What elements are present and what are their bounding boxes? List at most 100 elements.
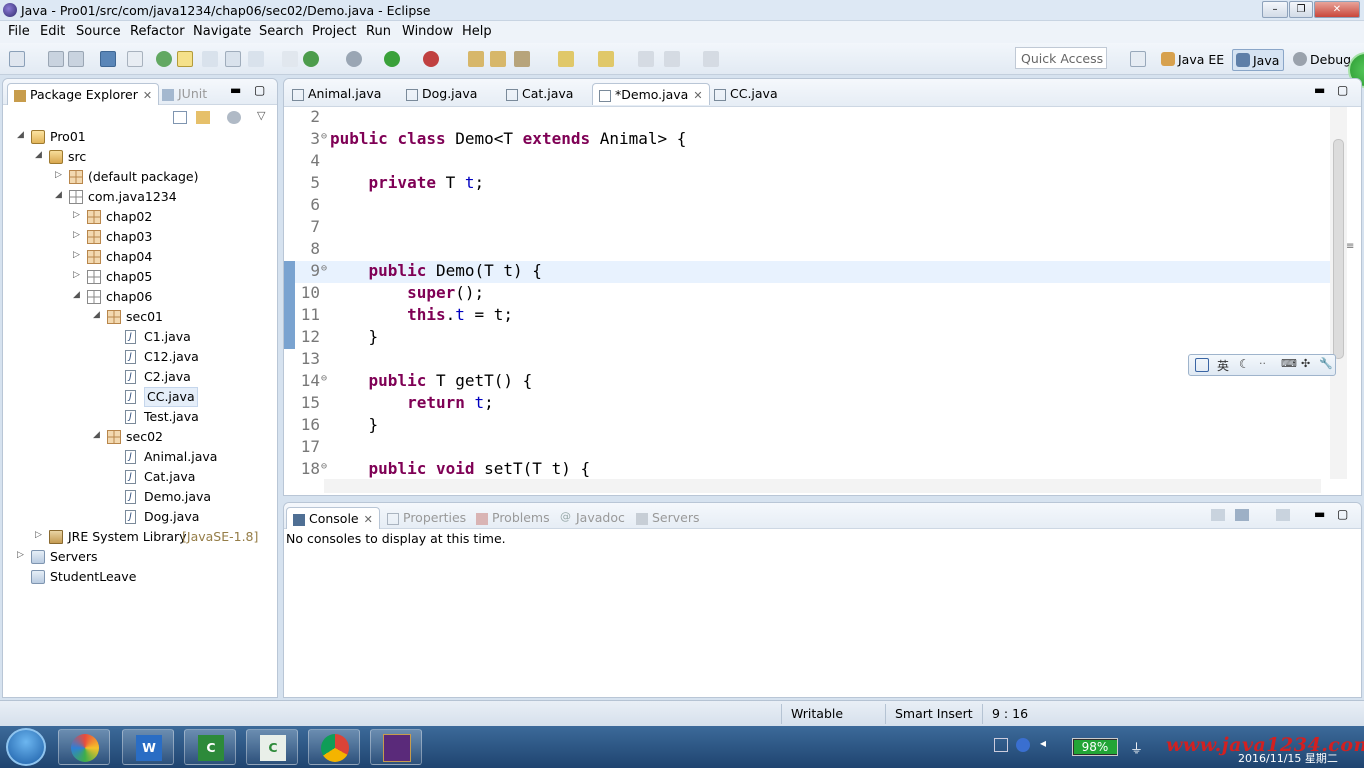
minimize-console-icon[interactable]: ▬ <box>1314 507 1325 521</box>
tree-item[interactable]: ▷ chap02 <box>3 207 273 227</box>
collapse-arrow-icon[interactable]: ◢ <box>93 430 103 440</box>
menu-file[interactable]: File <box>8 24 30 39</box>
new-java-project-icon[interactable] <box>468 51 484 67</box>
tree-item[interactable]: ▷ Servers <box>3 547 273 567</box>
expand-arrow-icon[interactable]: ▷ <box>73 210 83 220</box>
menu-navigate[interactable]: Navigate <box>193 24 251 39</box>
ime-logo-icon[interactable] <box>1195 358 1209 372</box>
skip-breakpoints-icon[interactable] <box>127 51 143 67</box>
code-line[interactable]: 9 ⊖ public Demo(T t) { <box>284 261 1332 283</box>
save-icon[interactable] <box>48 51 64 67</box>
tree-item[interactable]: ◢ sec02 <box>3 427 273 447</box>
code-line[interactable]: 15 return t; <box>284 393 1332 415</box>
editor-tab-dog[interactable]: Dog.java <box>400 83 483 105</box>
close-tab-icon[interactable]: ✕ <box>693 89 702 102</box>
tab-servers[interactable]: Servers <box>630 507 706 529</box>
next-annotation-icon[interactable] <box>558 51 574 67</box>
show-whitespace-icon[interactable] <box>248 51 264 67</box>
code-line[interactable]: 17 <box>284 437 1332 459</box>
code-line[interactable]: 6 <box>284 195 1332 217</box>
menu-run[interactable]: Run <box>366 24 391 39</box>
last-edit-icon[interactable] <box>638 51 654 67</box>
code-line[interactable]: 16 } <box>284 415 1332 437</box>
pin-console-icon[interactable] <box>1211 509 1225 521</box>
fold-toggle-icon[interactable]: ⊖ <box>321 131 327 142</box>
collapse-arrow-icon[interactable]: ◢ <box>93 310 103 320</box>
open-perspective-icon[interactable] <box>1130 51 1146 67</box>
menu-edit[interactable]: Edit <box>40 24 65 39</box>
menu-source[interactable]: Source <box>76 24 121 39</box>
debug-icon[interactable] <box>346 51 362 67</box>
tab-javadoc[interactable]: @ Javadoc <box>554 507 631 529</box>
tree-item[interactable]: J CC.java <box>3 387 273 407</box>
menu-refactor[interactable]: Refactor <box>130 24 185 39</box>
maximize-button[interactable]: ❐ <box>1289 1 1313 18</box>
skin-icon[interactable]: ✣ <box>1301 357 1310 370</box>
collapse-arrow-icon[interactable]: ◢ <box>35 150 45 160</box>
start-button[interactable] <box>6 728 46 766</box>
collapse-arrow-icon[interactable]: ◢ <box>17 130 27 140</box>
tree-item[interactable]: J C1.java <box>3 327 273 347</box>
tree-item[interactable]: J C12.java <box>3 347 273 367</box>
fold-toggle-icon[interactable]: ⊖ <box>321 263 327 274</box>
close-tab-icon[interactable]: ✕ <box>364 513 373 526</box>
open-console-icon[interactable] <box>1276 509 1290 521</box>
maximize-console-icon[interactable]: ▢ <box>1337 507 1348 521</box>
new-icon[interactable] <box>9 51 25 67</box>
tray-expand-icon[interactable]: ◂ <box>1040 736 1046 750</box>
taskbar-app-chrome[interactable] <box>308 729 360 765</box>
taskbar-app-camtasia-2[interactable]: C <box>246 729 298 765</box>
tree-item[interactable]: StudentLeave <box>3 567 273 587</box>
tab-junit[interactable]: JUnit <box>156 83 213 105</box>
code-line[interactable]: 13 <box>284 349 1332 371</box>
external-tools-icon[interactable] <box>423 51 439 67</box>
expand-arrow-icon[interactable]: ▷ <box>35 530 45 540</box>
menu-help[interactable]: Help <box>462 24 492 39</box>
perspective-java-ee[interactable]: Java EE <box>1158 49 1228 71</box>
menu-search[interactable]: Search <box>259 24 304 39</box>
taskbar-date[interactable]: 2016/11/15 星期二 <box>1238 750 1338 766</box>
code-line[interactable]: 18 ⊖ public void setT(T t) { <box>284 459 1332 479</box>
code-line[interactable]: 7 <box>284 217 1332 239</box>
expand-arrow-icon[interactable]: ▷ <box>55 170 65 180</box>
tree-item[interactable]: ▷ (default package) <box>3 167 273 187</box>
fold-toggle-icon[interactable]: ⊖ <box>321 461 327 472</box>
ime-language[interactable]: 英 <box>1217 357 1229 374</box>
tree-item[interactable]: J C2.java <box>3 367 273 387</box>
save-all-icon[interactable] <box>68 51 84 67</box>
forward-icon[interactable] <box>703 51 719 67</box>
moon-icon[interactable]: ☾ <box>1239 357 1250 371</box>
editor-vertical-scrollbar[interactable] <box>1330 107 1347 479</box>
minimize-editor-icon[interactable]: ▬ <box>1314 83 1325 97</box>
word-wrap-icon[interactable] <box>225 51 241 67</box>
open-task-icon[interactable] <box>514 51 530 67</box>
code-line[interactable]: 5 private T t; <box>284 173 1332 195</box>
expand-arrow-icon[interactable]: ▷ <box>73 230 83 240</box>
code-editor[interactable]: 2 3 ⊖ public class Demo<T extends Animal> {… <box>284 107 1332 479</box>
tree-item[interactable]: ▷ chap03 <box>3 227 273 247</box>
taskbar-app-1[interactable] <box>58 729 110 765</box>
toggle-block-icon[interactable] <box>202 51 218 67</box>
power-plug-icon[interactable]: ⏚ <box>1130 738 1143 757</box>
editor-tab-demo[interactable]: *Demo.java ✕ <box>592 83 710 105</box>
tree-item[interactable]: ▷ JRE System Library [JavaSE-1.8] <box>3 527 273 547</box>
perspective-java[interactable]: Java <box>1232 49 1285 71</box>
help-tray-icon[interactable] <box>1016 738 1030 752</box>
code-line[interactable]: 3 ⊖ public class Demo<T extends Animal> { <box>284 129 1332 151</box>
link-editor-icon[interactable] <box>196 111 210 124</box>
prev-annotation-icon[interactable] <box>598 51 614 67</box>
fold-toggle-icon[interactable]: ⊖ <box>321 373 327 384</box>
taskbar-app-eclipse[interactable] <box>370 729 422 765</box>
code-line[interactable]: 10 super(); <box>284 283 1332 305</box>
taskbar-app-wps[interactable]: W <box>122 729 174 765</box>
terminal-icon[interactable] <box>100 51 116 67</box>
wrench-icon[interactable]: 🔧 <box>1319 357 1333 370</box>
code-line[interactable]: 8 <box>284 239 1332 261</box>
tray-icon-1[interactable] <box>994 738 1008 752</box>
tree-item[interactable]: ▷ chap04 <box>3 247 273 267</box>
tree-item[interactable]: J Dog.java <box>3 507 273 527</box>
collapse-arrow-icon[interactable]: ◢ <box>73 290 83 300</box>
expand-arrow-icon[interactable]: ▷ <box>17 550 27 560</box>
tree-item[interactable]: ◢ chap06 <box>3 287 273 307</box>
tree-item[interactable]: ▷ chap05 <box>3 267 273 287</box>
